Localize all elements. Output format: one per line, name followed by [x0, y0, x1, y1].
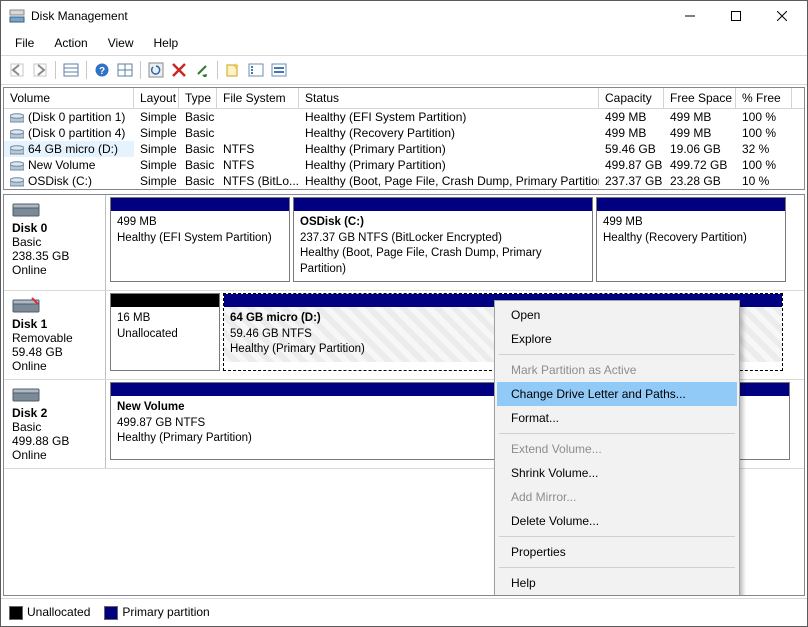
volume-row[interactable]: OSDisk (C:)SimpleBasicNTFS (BitLo...Heal…	[4, 173, 804, 189]
removable-disk-icon	[12, 297, 40, 315]
legend: Unallocated Primary partition	[1, 598, 807, 626]
column-header[interactable]: % Free	[736, 88, 792, 108]
list-icon[interactable]	[245, 59, 267, 81]
graphical-icon[interactable]	[268, 59, 290, 81]
column-header[interactable]: Status	[299, 88, 599, 108]
volume-row[interactable]: 64 GB micro (D:)SimpleBasicNTFSHealthy (…	[4, 141, 804, 157]
disk-header[interactable]: Disk 2Basic499.88 GBOnline	[4, 380, 106, 468]
maximize-button[interactable]	[713, 1, 759, 31]
menu-file[interactable]: File	[5, 33, 44, 53]
app-icon	[9, 8, 25, 24]
column-header[interactable]: Volume	[4, 88, 134, 108]
table-view-icon[interactable]	[60, 59, 82, 81]
context-menu-item: Add Mirror...	[497, 485, 737, 509]
partition[interactable]: 16 MBUnallocated	[110, 293, 220, 371]
refresh-icon[interactable]	[145, 59, 167, 81]
context-menu-item[interactable]: Explore	[497, 327, 737, 351]
forward-button[interactable]	[29, 59, 51, 81]
context-menu-item[interactable]: Format...	[497, 406, 737, 430]
column-header[interactable]: Free Space	[664, 88, 736, 108]
disk-management-window: Disk Management File Action View Help ? …	[0, 0, 808, 627]
legend-primary: Primary partition	[104, 605, 209, 620]
toolbar: ?	[1, 56, 807, 85]
context-menu-item[interactable]: Change Drive Letter and Paths...	[497, 382, 737, 406]
context-menu-item[interactable]: Delete Volume...	[497, 509, 737, 533]
details-icon[interactable]	[114, 59, 136, 81]
context-menu-item[interactable]: Shrink Volume...	[497, 461, 737, 485]
menu-help[interactable]: Help	[144, 33, 189, 53]
minimize-button[interactable]	[667, 1, 713, 31]
volume-icon	[10, 127, 24, 139]
hdd-icon	[12, 386, 40, 404]
context-menu-item[interactable]: Open	[497, 303, 737, 327]
back-button[interactable]	[6, 59, 28, 81]
context-menu-item[interactable]: Help	[497, 571, 737, 595]
column-header[interactable]: Capacity	[599, 88, 664, 108]
partition[interactable]: 499 MBHealthy (EFI System Partition)	[110, 197, 290, 282]
volume-list[interactable]: VolumeLayoutTypeFile SystemStatusCapacit…	[3, 87, 805, 190]
context-menu: OpenExplore Mark Partition as ActiveChang…	[494, 300, 740, 596]
context-menu-item[interactable]: Properties	[497, 540, 737, 564]
context-menu-item: Mark Partition as Active	[497, 358, 737, 382]
delete-icon[interactable]	[168, 59, 190, 81]
disk-header[interactable]: Disk 1Removable59.48 GBOnline	[4, 291, 106, 379]
menubar: File Action View Help	[1, 31, 807, 56]
window-title: Disk Management	[31, 9, 667, 23]
disk-map[interactable]: Disk 0Basic238.35 GBOnline499 MBHealthy …	[3, 194, 805, 596]
volume-row[interactable]: New VolumeSimpleBasicNTFSHealthy (Primar…	[4, 157, 804, 173]
volume-icon	[10, 159, 24, 171]
new-icon[interactable]	[222, 59, 244, 81]
hdd-icon	[12, 201, 40, 219]
legend-unallocated: Unallocated	[9, 605, 90, 620]
volume-icon	[10, 111, 24, 123]
volume-icon	[10, 175, 24, 187]
volume-row[interactable]: (Disk 0 partition 1)SimpleBasicHealthy (…	[4, 109, 804, 125]
help-icon[interactable]: ?	[91, 59, 113, 81]
disk-header[interactable]: Disk 0Basic238.35 GBOnline	[4, 195, 106, 290]
close-button[interactable]	[759, 1, 805, 31]
svg-text:?: ?	[99, 66, 105, 77]
partition[interactable]: 499 MBHealthy (Recovery Partition)	[596, 197, 786, 282]
partition[interactable]: OSDisk (C:)237.37 GB NTFS (BitLocker Enc…	[293, 197, 593, 282]
column-header[interactable]: File System	[217, 88, 299, 108]
menu-view[interactable]: View	[98, 33, 144, 53]
volume-list-header[interactable]: VolumeLayoutTypeFile SystemStatusCapacit…	[4, 88, 804, 109]
action-icon[interactable]	[191, 59, 213, 81]
volume-row[interactable]: (Disk 0 partition 4)SimpleBasicHealthy (…	[4, 125, 804, 141]
volume-icon	[10, 143, 24, 155]
column-header[interactable]: Layout	[134, 88, 179, 108]
titlebar[interactable]: Disk Management	[1, 1, 807, 31]
column-header[interactable]: Type	[179, 88, 217, 108]
context-menu-item: Extend Volume...	[497, 437, 737, 461]
disk-row: Disk 0Basic238.35 GBOnline499 MBHealthy …	[4, 195, 804, 291]
menu-action[interactable]: Action	[44, 33, 97, 53]
